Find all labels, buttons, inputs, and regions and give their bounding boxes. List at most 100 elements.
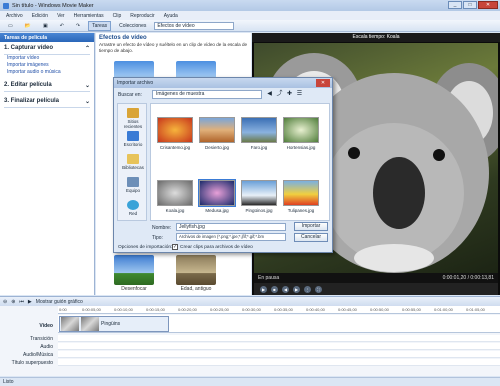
- stop-icon[interactable]: ■: [271, 285, 278, 293]
- place-recent[interactable]: Sitios recientes: [118, 108, 148, 129]
- undo-icon[interactable]: ↶: [56, 21, 68, 31]
- dialog-close-button[interactable]: ✕: [316, 79, 330, 87]
- file-thumbnail[interactable]: [241, 180, 277, 206]
- menu-archivo[interactable]: Archivo: [6, 13, 23, 19]
- playback-controls: ▶ ■ ◀ ▶ ⋮ ⛶: [254, 283, 498, 295]
- new-folder-icon[interactable]: ✚: [286, 91, 293, 98]
- next-frame-icon[interactable]: ▶: [293, 285, 300, 293]
- menu-edicion[interactable]: Edición: [32, 13, 48, 19]
- task-section-title[interactable]: 2. Editar película ⌄: [4, 82, 90, 92]
- menu-ver[interactable]: Ver: [57, 13, 65, 19]
- file-name: Hortensias.jpg: [286, 145, 316, 150]
- playback-state: En pausa: [258, 275, 280, 281]
- computer-icon: [127, 177, 139, 187]
- minimize-button[interactable]: _: [448, 1, 462, 9]
- transition-track[interactable]: [58, 335, 500, 342]
- menu-herramientas[interactable]: Herramientas: [74, 13, 104, 19]
- title-overlay-track[interactable]: [58, 359, 500, 366]
- playback-time: 0:00:01,20 / 0:00:13,81: [442, 275, 494, 281]
- ruler-tick: 0:00:50,00: [370, 307, 389, 312]
- effect-label-blur: Desenfocar: [121, 286, 147, 292]
- back-icon[interactable]: ◀: [266, 91, 273, 98]
- collections-button[interactable]: Colecciones: [115, 21, 150, 31]
- time-ruler[interactable]: 0:00 0:00:05,00 0:00:10,00 0:00:15,00 0:…: [58, 306, 500, 314]
- expand-icon[interactable]: ⌄: [85, 98, 90, 105]
- place-libraries[interactable]: Bibliotecas: [118, 154, 148, 170]
- tasks-button[interactable]: Tareas: [88, 20, 112, 31]
- task-section-title[interactable]: 1. Capturar vídeo ⌃: [4, 45, 90, 55]
- file-thumbnail[interactable]: [283, 180, 319, 206]
- file-thumbnail-selected[interactable]: [198, 179, 236, 207]
- menu-clip[interactable]: Clip: [113, 13, 122, 19]
- file-name: Crisantemo.jpg: [159, 145, 191, 150]
- view-menu-icon[interactable]: ☰: [296, 91, 303, 98]
- clip-name: Pingüins: [101, 321, 121, 327]
- music-track[interactable]: [58, 351, 500, 358]
- play-timeline-icon[interactable]: ▶: [28, 299, 32, 305]
- place-desktop[interactable]: Escritorio: [118, 131, 148, 147]
- filename-label: Nombre:: [152, 225, 172, 231]
- ruler-tick: 0:00: [59, 307, 67, 312]
- place-network[interactable]: Red: [118, 200, 148, 216]
- task-section-edit: 2. Editar película ⌄: [0, 79, 94, 95]
- tasks-label: Tareas: [92, 22, 108, 29]
- file-thumbnail[interactable]: [199, 117, 235, 143]
- file-name: Pingüinos.jpg: [245, 208, 273, 213]
- timeline-toolbar: ⊖ ⊕ ⏮ ▶ Mostrar guión gráfico: [0, 297, 500, 306]
- fullscreen-icon[interactable]: ⛶: [315, 285, 322, 293]
- file-name: Faro.jpg: [250, 145, 268, 150]
- zoom-in-icon[interactable]: ⊕: [11, 299, 15, 305]
- ruler-tick: 0:00:25,00: [210, 307, 229, 312]
- task-section-title[interactable]: 3. Finalizar película ⌄: [4, 98, 90, 108]
- file-name: Koala.jpg: [165, 208, 185, 213]
- prev-frame-icon[interactable]: ◀: [282, 285, 289, 293]
- import-images-link[interactable]: Importar imágenes: [7, 62, 90, 69]
- create-clips-checkbox[interactable]: ✓: [172, 244, 178, 250]
- clip-thumbnail: [81, 317, 99, 331]
- import-audio-link[interactable]: Importar audio o música: [7, 69, 90, 76]
- video-clip[interactable]: Pingüins: [59, 316, 169, 332]
- collapse-icon[interactable]: ⌃: [85, 45, 90, 52]
- up-folder-icon[interactable]: ⤴: [276, 91, 283, 98]
- cancel-button[interactable]: Cancelar: [294, 233, 328, 242]
- redo-icon[interactable]: ↷: [72, 21, 84, 31]
- video-track[interactable]: Pingüins: [58, 315, 500, 333]
- new-project-icon[interactable]: ▭: [4, 21, 17, 31]
- toolbar: ▭ 📂 ▣ ↶ ↷ Tareas Colecciones Efectos de …: [0, 20, 500, 32]
- show-storyboard-button[interactable]: Mostrar guión gráfico: [36, 299, 83, 305]
- file-thumbnail[interactable]: [157, 180, 193, 206]
- file-name: Tulipanes.jpg: [287, 208, 315, 213]
- menu-reproducir[interactable]: Reproducir: [130, 13, 154, 19]
- close-button[interactable]: ✕: [478, 1, 498, 9]
- effects-description: Arrastre un efecto de vídeo y suéltelo e…: [99, 42, 248, 53]
- file-thumbnail[interactable]: [241, 117, 277, 143]
- filetype-select[interactable]: Archivos de imagen (*.png;*.jpe;*.jfif;*…: [176, 233, 286, 241]
- filename-input[interactable]: Jellyfish.jpg: [176, 223, 286, 231]
- import-button[interactable]: Importar: [294, 222, 328, 231]
- ruler-tick: 0:00:35,00: [274, 307, 293, 312]
- menu-ayuda[interactable]: Ayuda: [164, 13, 178, 19]
- collection-select[interactable]: Efectos de vídeo: [154, 21, 235, 30]
- effect-thumbnail-aged[interactable]: [176, 255, 216, 285]
- expand-icon[interactable]: ⌄: [85, 82, 90, 89]
- file-thumbnail[interactable]: [283, 117, 319, 143]
- ruler-tick: 0:00:05,00: [82, 307, 101, 312]
- import-video-link[interactable]: Importar vídeo: [7, 55, 90, 62]
- effect-thumbnail-blur[interactable]: [114, 255, 154, 285]
- lookin-select[interactable]: Imágenes de muestra: [152, 90, 262, 99]
- file-thumbnail[interactable]: [157, 117, 193, 143]
- audio-track[interactable]: [58, 343, 500, 350]
- task-section-finish: 3. Finalizar película ⌄: [0, 95, 94, 111]
- open-project-icon[interactable]: 📂: [21, 21, 35, 31]
- save-project-icon[interactable]: ▣: [39, 21, 52, 31]
- ruler-tick: 0:00:20,00: [178, 307, 197, 312]
- file-name: Medusa.jpg: [205, 208, 229, 213]
- zoom-out-icon[interactable]: ⊖: [3, 299, 7, 305]
- maximize-button[interactable]: □: [463, 1, 477, 9]
- import-options-label: Opciones de importación:: [118, 245, 173, 250]
- status-bar: Listo: [0, 377, 500, 385]
- rewind-icon[interactable]: ⏮: [19, 299, 24, 305]
- play-icon[interactable]: ▶: [260, 285, 267, 293]
- split-icon[interactable]: ⋮: [304, 285, 311, 293]
- place-computer[interactable]: Equipo: [118, 177, 148, 193]
